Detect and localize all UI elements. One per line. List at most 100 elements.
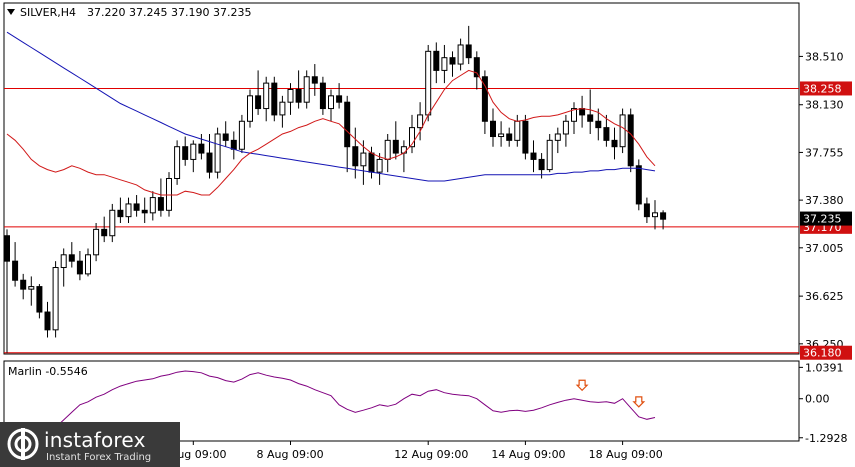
candle-body [182,146,189,160]
candle-body [117,209,124,218]
candle-body [263,82,270,110]
candle-body [562,120,569,135]
candle-body [157,197,164,211]
candle-body [230,139,237,150]
logo-tagline: Instant Forex Trading [46,452,152,463]
time-tick-label: 18 Aug 09:00 [589,448,663,461]
candle-body [530,152,537,160]
level-tag-label: 38.258 [803,82,842,95]
candle-body [336,95,343,103]
candle-body [538,158,545,171]
candle-body [36,286,43,313]
candle-body [214,133,221,173]
current-price-label: 37.235 [803,213,842,226]
candle-body [587,114,594,122]
candle-body [441,57,448,71]
indicator-label: Marlin -0.5546 [8,365,88,378]
candle-body [271,82,278,116]
candle-body [611,139,618,148]
candle-body [20,279,27,290]
candle-body [60,254,67,269]
candle-body [603,127,610,141]
logo-name: instaforex [44,428,146,452]
oscillator-tick-label: -1.2928 [805,432,847,445]
candle-body [295,88,302,103]
time-tick-label: 14 Aug 09:00 [491,448,565,461]
candle-body [109,209,116,237]
candle-body [457,44,464,65]
oscillator-tick-label: 1.0391 [805,361,844,374]
candle-body [206,152,213,173]
candle-body [93,228,100,256]
candle-body [400,146,407,154]
time-tick-label: 8 Aug 09:00 [257,448,324,461]
candle-body [133,203,140,211]
candle-body [319,82,326,110]
candle-body [222,133,229,141]
candle-body [287,88,294,103]
candle-body [368,152,375,173]
candle-body [85,254,91,275]
candle-body [198,143,205,154]
price-tick-label: 37.380 [805,194,844,207]
candle-body [12,260,19,281]
candle-body [595,120,602,129]
candle-body [303,76,310,103]
candle-body [125,203,132,218]
candle-body [101,228,108,237]
level-tag-label: 36.180 [803,347,842,360]
candle-body [352,146,359,167]
ohlc-readout: 37.220 37.245 37.190 37.235 [87,6,251,19]
instaforex-logo-icon [7,428,39,460]
candle-body [619,114,626,148]
candle-body [627,114,634,167]
candle-body [376,158,383,173]
candle-body [52,267,59,331]
candle-body [473,57,480,78]
candle-body [465,44,472,59]
candle-body [141,209,148,214]
candle-body [4,235,10,262]
price-tick-label: 36.625 [805,290,844,303]
candle-body [247,95,253,122]
candle-body [522,120,529,154]
candle-body [514,120,521,141]
candle-body [44,311,51,331]
candle-body [344,101,351,148]
candle-body [311,76,318,84]
candle-body [635,165,642,205]
chart-canvas: 38.51038.13037.75537.38037.00536.62536.2… [0,0,855,467]
time-tick-label: 12 Aug 09:00 [394,448,468,461]
price-tick-label: 37.005 [805,242,844,255]
candle-body [392,139,399,154]
candle-body [360,152,367,167]
candle-body [174,146,181,180]
candle-body [149,197,156,214]
candle-body [506,133,513,141]
candle-body [652,212,658,218]
symbol-label: SILVER,H4 [20,6,76,19]
candle-body [498,133,505,138]
candle-body [279,101,286,116]
candle-body [328,95,334,110]
candle-body [449,57,456,65]
candle-body [554,133,561,141]
candle-body [546,139,553,171]
price-tick-label: 37.755 [805,146,844,159]
candle-body [238,120,245,150]
candle-body [255,95,262,110]
oscillator-tick-label: 0.00 [805,393,830,406]
candle-body [384,139,391,160]
candle-body [68,254,75,262]
candle-body [643,203,650,218]
candle-body [76,260,83,275]
candle-body [490,120,496,138]
candle-body [579,108,586,116]
candle-body [166,178,172,211]
candle-body [417,114,424,129]
price-tick-label: 38.510 [805,50,844,63]
candle-body [660,212,667,220]
candle-body [190,143,197,160]
candle-body [425,50,432,116]
candle-body [433,50,440,71]
